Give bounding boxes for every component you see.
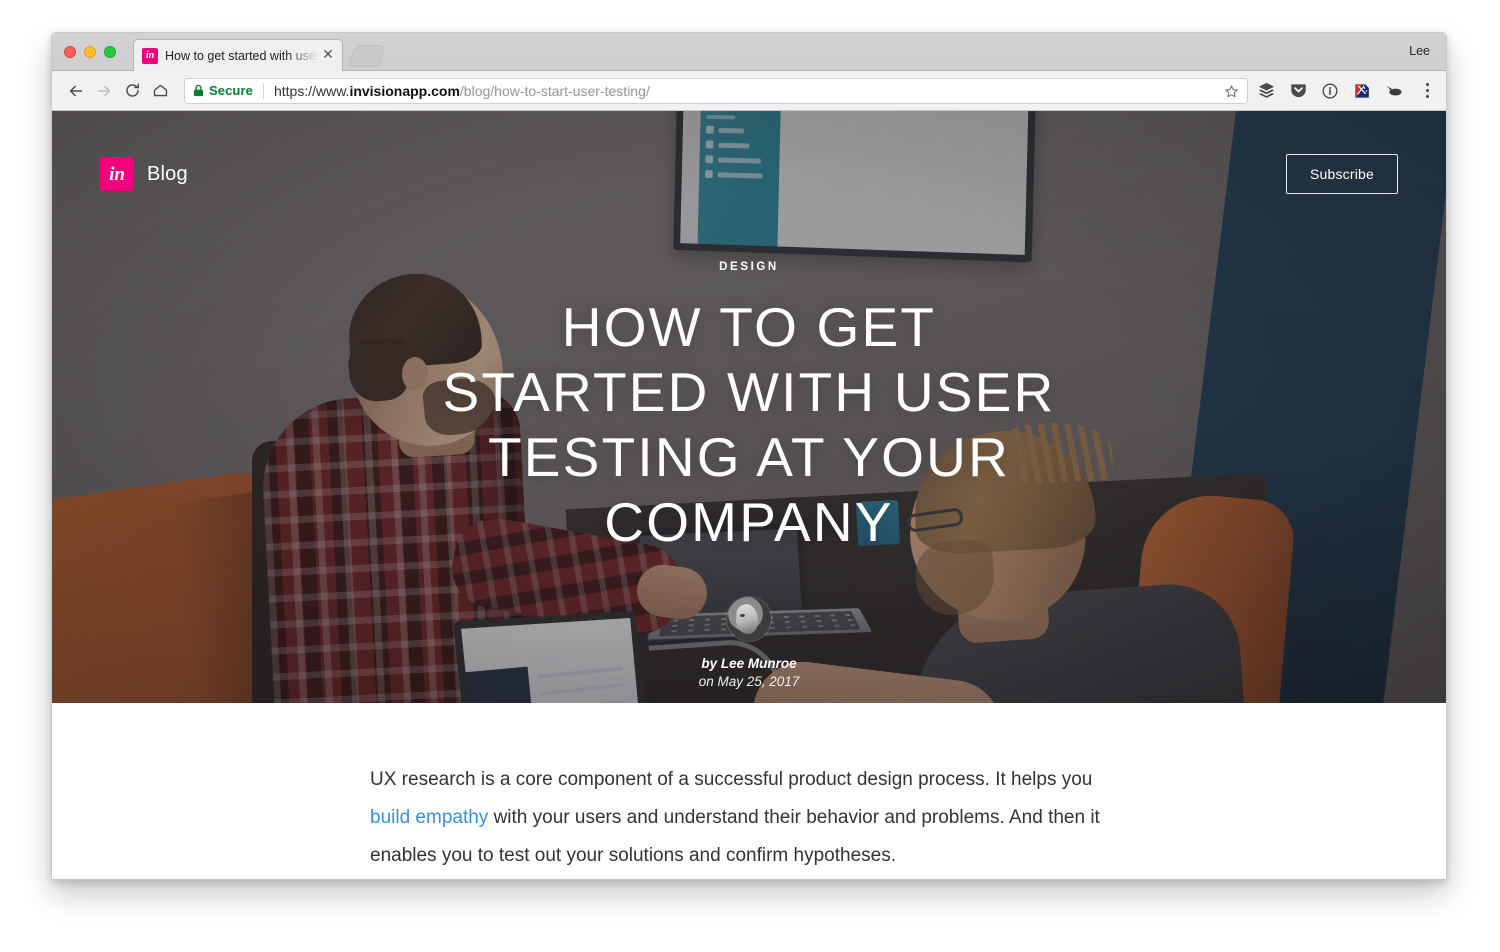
maximize-window-button[interactable] bbox=[104, 46, 116, 58]
site-header: in Blog Subscribe bbox=[52, 151, 1446, 197]
extension-icons bbox=[1256, 81, 1408, 101]
browser-tab[interactable]: in How to get started with user te ✕ bbox=[133, 39, 343, 71]
url-host: invisionapp.com bbox=[349, 82, 460, 99]
subscribe-button[interactable]: Subscribe bbox=[1285, 154, 1398, 194]
url-text: https://www.invisionapp.com/blog/how-to-… bbox=[274, 83, 650, 99]
profile-name[interactable]: Lee bbox=[1409, 44, 1430, 58]
category-label[interactable]: DESIGN bbox=[92, 261, 1406, 273]
paragraph-text-part1: UX research is a core component of a suc… bbox=[370, 769, 1093, 790]
new-tab-button[interactable] bbox=[348, 45, 386, 67]
tab-favicon-icon: in bbox=[142, 47, 158, 64]
close-tab-icon[interactable]: ✕ bbox=[320, 47, 336, 64]
tab-title: How to get started with user te bbox=[165, 48, 320, 63]
minimize-window-button[interactable] bbox=[84, 46, 96, 58]
url-path: /blog/how-to-start-user-testing/ bbox=[459, 82, 650, 99]
avatar-eye bbox=[740, 613, 745, 617]
url-scheme: https://www. bbox=[273, 82, 350, 99]
hero-section: in Blog Subscribe DESIGN HOW TO GET STAR… bbox=[52, 111, 1446, 703]
three-dots-menu-icon[interactable] bbox=[1418, 80, 1436, 102]
page-viewport: in Blog Subscribe DESIGN HOW TO GET STAR… bbox=[52, 111, 1446, 879]
reload-icon[interactable] bbox=[118, 77, 146, 105]
page-title: HOW TO GET STARTED WITH USER TESTING AT … bbox=[442, 296, 1056, 553]
article-body: UX research is a core component of a suc… bbox=[52, 703, 1446, 879]
avatar[interactable] bbox=[727, 596, 771, 641]
layers-icon[interactable] bbox=[1256, 81, 1276, 101]
avatar-face bbox=[736, 603, 758, 634]
byline-date: on May 25, 2017 bbox=[698, 673, 800, 689]
address-bar[interactable]: Secure https://www.invisionapp.com/blog/… bbox=[184, 77, 1248, 104]
forward-arrow-icon bbox=[90, 77, 118, 105]
window-controls bbox=[64, 46, 116, 58]
tab-strip: in How to get started with user te ✕ Lee bbox=[52, 33, 1446, 71]
brand-name: Blog bbox=[147, 162, 188, 185]
invision-logo-icon: in bbox=[100, 157, 134, 191]
secure-label: Secure bbox=[209, 83, 253, 98]
close-window-button[interactable] bbox=[64, 46, 76, 58]
back-arrow-icon[interactable] bbox=[62, 77, 90, 105]
browser-window: in How to get started with user te ✕ Lee… bbox=[51, 32, 1447, 880]
info-circle-icon[interactable] bbox=[1320, 81, 1340, 101]
build-empathy-link[interactable]: build empathy bbox=[370, 807, 488, 828]
brand-link[interactable]: in Blog bbox=[100, 157, 188, 191]
dark-blob-icon[interactable] bbox=[1384, 81, 1404, 101]
star-icon[interactable] bbox=[1221, 82, 1241, 102]
omnibox-divider bbox=[262, 82, 264, 99]
byline: by Lee Munroe on May 25, 2017 bbox=[92, 596, 1406, 689]
article-paragraph: UX research is a core component of a suc… bbox=[370, 761, 1128, 875]
pocket-shield-icon[interactable] bbox=[1288, 81, 1308, 101]
browser-toolbar: Secure https://www.invisionapp.com/blog/… bbox=[52, 71, 1446, 111]
colorful-flag-icon[interactable] bbox=[1352, 81, 1372, 101]
security-indicator: Secure bbox=[193, 83, 253, 98]
lock-icon bbox=[193, 84, 204, 97]
home-icon[interactable] bbox=[146, 77, 174, 105]
byline-author[interactable]: by Lee Munroe bbox=[701, 656, 796, 671]
hero-content: DESIGN HOW TO GET STARTED WITH USER TEST… bbox=[52, 261, 1446, 689]
article-container: UX research is a core component of a suc… bbox=[354, 761, 1144, 875]
